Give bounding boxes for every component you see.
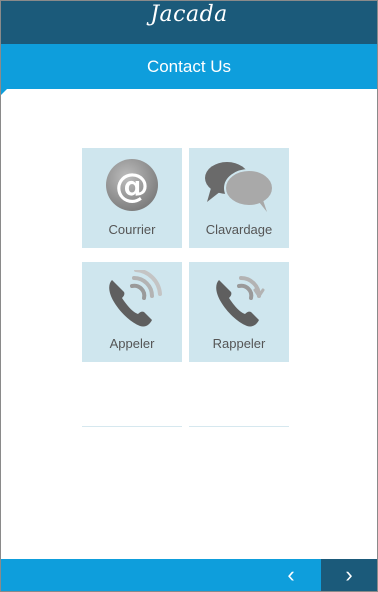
courrier-tile[interactable]: @ Courrier (82, 148, 182, 248)
chat-bubbles-icon (189, 156, 289, 214)
chevron-left-icon: ‹ (287, 562, 295, 587)
clavardage-tile[interactable]: Clavardage (189, 148, 289, 248)
top-bar: Jacada (1, 1, 377, 44)
chevron-right-icon: › (345, 562, 353, 587)
title-bar-notch (1, 89, 7, 95)
jacada-logo: Jacada (150, 2, 228, 27)
page-title: Contact Us (146, 57, 232, 76)
previous-button[interactable]: ‹ (271, 559, 311, 591)
appeler-label: Appeler (109, 336, 155, 351)
rappeler-tile[interactable]: Rappeler (189, 262, 289, 362)
phone-call-icon (82, 268, 182, 328)
empty-tile-placeholder (189, 426, 289, 427)
svg-text:@: @ (115, 166, 149, 206)
next-button[interactable]: › (321, 559, 377, 591)
at-sign-icon: @ (82, 156, 182, 214)
appeler-tile[interactable]: Appeler (82, 262, 182, 362)
phone-callback-icon (189, 270, 289, 328)
empty-tile-placeholder (82, 426, 182, 427)
courrier-label: Courrier (108, 222, 156, 237)
footer-bar: ‹ › (1, 559, 377, 591)
rappeler-label: Rappeler (212, 336, 266, 351)
title-bar: Contact Us (1, 44, 377, 95)
clavardage-label: Clavardage (205, 222, 273, 237)
app-frame: Jacada Contact Us @ Courrier Clavardage … (0, 0, 378, 592)
